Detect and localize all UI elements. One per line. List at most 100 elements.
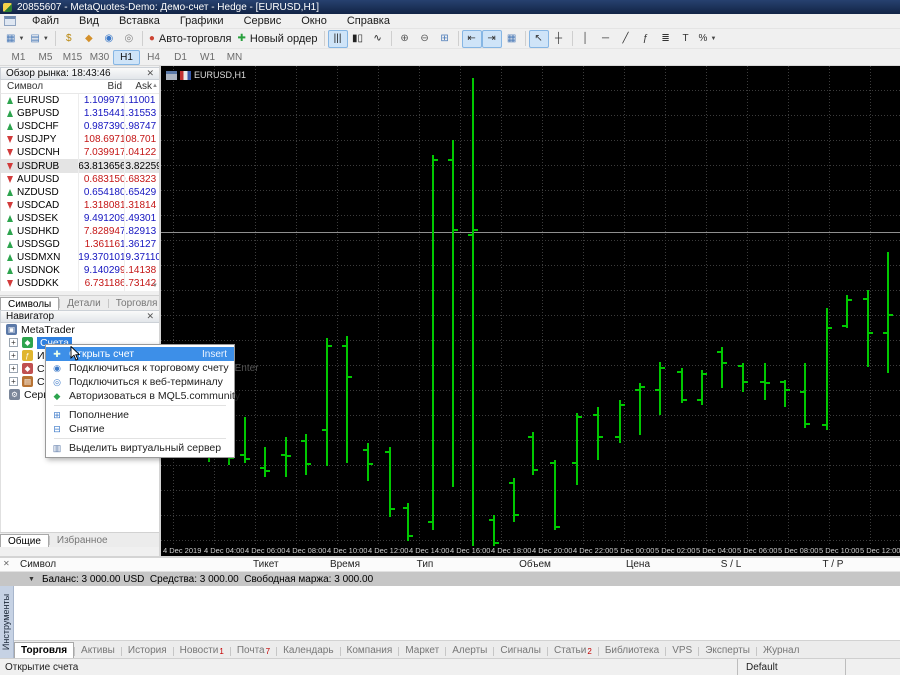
close-icon[interactable]: ✕ <box>146 312 154 321</box>
tree-item-MetaTrader[interactable]: ▣MetaTrader <box>1 323 160 336</box>
timeframe-D1[interactable]: D1 <box>167 50 194 65</box>
expand-icon[interactable]: + <box>9 364 18 373</box>
new-order-button[interactable]: ✚Новый ордер <box>235 30 321 48</box>
chart-shift-button[interactable]: ⇥ <box>482 30 502 48</box>
tab-Маркет[interactable]: Маркет <box>399 642 445 658</box>
symbol-row-USDCAD[interactable]: USDCAD1.318081.31814 <box>1 199 160 212</box>
tab-Торговля[interactable]: Торговля <box>109 297 160 310</box>
chart-candles-button[interactable]: ▮▯ <box>348 30 368 48</box>
context-menu-item[interactable]: ◎Подключиться к веб-терминалу <box>46 375 234 389</box>
menu-item-Сервис[interactable]: Сервис <box>234 14 292 28</box>
collapse-icon[interactable]: ▼ <box>28 576 35 583</box>
close-icon[interactable]: ✕ <box>3 559 10 568</box>
autotrading-button[interactable]: ●Авто-торговля <box>146 30 235 48</box>
profiles-button[interactable]: ▤▼ <box>27 30 51 48</box>
column-header-Время[interactable]: Время <box>305 559 385 570</box>
menu-item-Графики[interactable]: Графики <box>170 14 234 28</box>
column-header-Цена[interactable]: Цена <box>598 559 678 570</box>
column-header-symbol[interactable]: Символ <box>1 81 76 92</box>
new-chart-button[interactable]: ▦▼ <box>3 30 27 48</box>
channel-button[interactable]: ≣ <box>656 30 676 48</box>
column-header-Тикет[interactable]: Тикет <box>253 559 279 570</box>
tab-Символы[interactable]: Символы <box>0 297 59 310</box>
chart-line-button[interactable]: ∿ <box>368 30 388 48</box>
toolbox-side-tab[interactable]: Инструменты <box>0 586 14 658</box>
expand-icon[interactable]: + <box>9 351 18 360</box>
symbol-row-GBPUSD[interactable]: GBPUSD1.315441.31553 <box>1 107 160 120</box>
zoom-out-button[interactable]: ⊖ <box>415 30 435 48</box>
tab-Почта[interactable]: Почта7 <box>231 642 276 658</box>
tab-Статьи[interactable]: Статьи2 <box>548 642 598 658</box>
zoom-in-button[interactable]: ⊕ <box>395 30 415 48</box>
timeframe-M1[interactable]: M1 <box>5 50 32 65</box>
column-header-Символ[interactable]: Символ <box>20 559 56 570</box>
timeframe-H4[interactable]: H4 <box>140 50 167 65</box>
scroll-up-icon[interactable]: ▲ <box>152 83 158 89</box>
menu-item-Файл[interactable]: Файл <box>22 14 69 28</box>
tab-Избранное[interactable]: Избранное <box>50 534 115 547</box>
column-header-S / L[interactable]: S / L <box>691 559 771 570</box>
symbol-row-USDCNH[interactable]: USDCNH7.039917.04122 <box>1 146 160 159</box>
horizontal-line-button[interactable]: ─ <box>596 30 616 48</box>
market-watch-button[interactable]: $ <box>59 30 79 48</box>
symbol-row-USDDKK[interactable]: USDDKK6.731186.73142 <box>1 277 160 290</box>
balance-row[interactable]: ▼ Баланс: 3 000.00 USD Средства: 3 000.0… <box>0 572 900 586</box>
tab-Календарь[interactable]: Календарь <box>277 642 339 658</box>
chart-bars-button[interactable]: ||| <box>328 30 348 48</box>
text-button[interactable]: T <box>676 30 696 48</box>
window-cascade-button[interactable]: ▦ <box>502 30 522 48</box>
timeframe-M30[interactable]: M30 <box>86 50 113 65</box>
symbol-row-EURUSD[interactable]: EURUSD1.109971.11001 <box>1 94 160 107</box>
tab-Новости[interactable]: Новости1 <box>174 642 230 658</box>
expand-icon[interactable]: + <box>9 338 18 347</box>
expand-icon[interactable]: + <box>9 377 18 386</box>
signals-button[interactable]: ◎ <box>119 30 139 48</box>
column-header-bid[interactable]: Bid <box>76 81 122 92</box>
tab-Сигналы[interactable]: Сигналы <box>494 642 547 658</box>
tab-Алерты[interactable]: Алерты <box>446 642 493 658</box>
navigator-button[interactable]: ◉ <box>99 30 119 48</box>
objects-button[interactable]: %▼ <box>696 30 720 48</box>
profile-selector[interactable]: Default <box>737 659 845 675</box>
symbol-row-USDCHF[interactable]: USDCHF0.987390.98747 <box>1 120 160 133</box>
column-header-Объем[interactable]: Объем <box>495 559 575 570</box>
menu-item-Окно[interactable]: Окно <box>291 14 337 28</box>
context-menu-item[interactable]: ⊞Пополнение <box>46 408 234 422</box>
menu-item-Вид[interactable]: Вид <box>69 14 109 28</box>
tab-История[interactable]: История <box>122 642 173 658</box>
tab-Активы[interactable]: Активы <box>75 642 121 658</box>
menu-item-Вставка[interactable]: Вставка <box>109 14 170 28</box>
system-menu-icon[interactable] <box>4 16 16 26</box>
timeframe-M15[interactable]: M15 <box>59 50 86 65</box>
tile-windows-button[interactable]: ⊞ <box>435 30 455 48</box>
price-chart[interactable] <box>161 66 900 546</box>
context-menu-item[interactable]: ⊟Снятие <box>46 422 234 436</box>
tab-Библиотека[interactable]: Библиотека <box>599 642 665 658</box>
context-menu-item[interactable]: ◉Подключиться к торговому счетуEnter <box>46 361 234 375</box>
tab-Общие[interactable]: Общие <box>0 534 49 547</box>
timeframe-MN[interactable]: MN <box>221 50 248 65</box>
symbol-row-USDNOK[interactable]: USDNOK9.140299.14138 <box>1 264 160 277</box>
timeframe-H1[interactable]: H1 <box>113 50 140 65</box>
crosshair-button[interactable]: ┼ <box>549 30 569 48</box>
column-header-Тип[interactable]: Тип <box>385 559 465 570</box>
symbol-row-USDMXN[interactable]: USDMXN19.3701019.37110 <box>1 251 160 264</box>
fibonacci-button[interactable]: ƒ <box>636 30 656 48</box>
symbol-row-USDRUB[interactable]: USDRUB63.8136563.82259 <box>1 159 160 172</box>
tab-Журнал[interactable]: Журнал <box>757 642 806 658</box>
timeframe-W1[interactable]: W1 <box>194 50 221 65</box>
tab-Детали[interactable]: Детали <box>60 297 107 310</box>
chart-window[interactable]: EURUSD,H1 4 Dec 20194 Dec 04:004 Dec 06:… <box>161 66 900 556</box>
cursor-button[interactable]: ↖ <box>529 30 549 48</box>
trendline-button[interactable]: ╱ <box>616 30 636 48</box>
symbol-row-USDHKD[interactable]: USDHKD7.828947.82913 <box>1 225 160 238</box>
tab-Эксперты[interactable]: Эксперты <box>699 642 756 658</box>
symbol-row-NZDUSD[interactable]: NZDUSD0.654180.65429 <box>1 186 160 199</box>
tab-Компания[interactable]: Компания <box>341 642 399 658</box>
context-menu-item[interactable]: ▥Выделить виртуальный сервер <box>46 441 234 455</box>
context-menu-item[interactable]: ◆Авторизоваться в MQL5.community <box>46 389 234 403</box>
scroll-down-icon[interactable]: ▼ <box>152 283 158 289</box>
column-header-T / P[interactable]: T / P <box>793 559 873 570</box>
timeframe-M5[interactable]: M5 <box>32 50 59 65</box>
symbol-row-AUDUSD[interactable]: AUDUSD0.683150.68323 <box>1 173 160 186</box>
